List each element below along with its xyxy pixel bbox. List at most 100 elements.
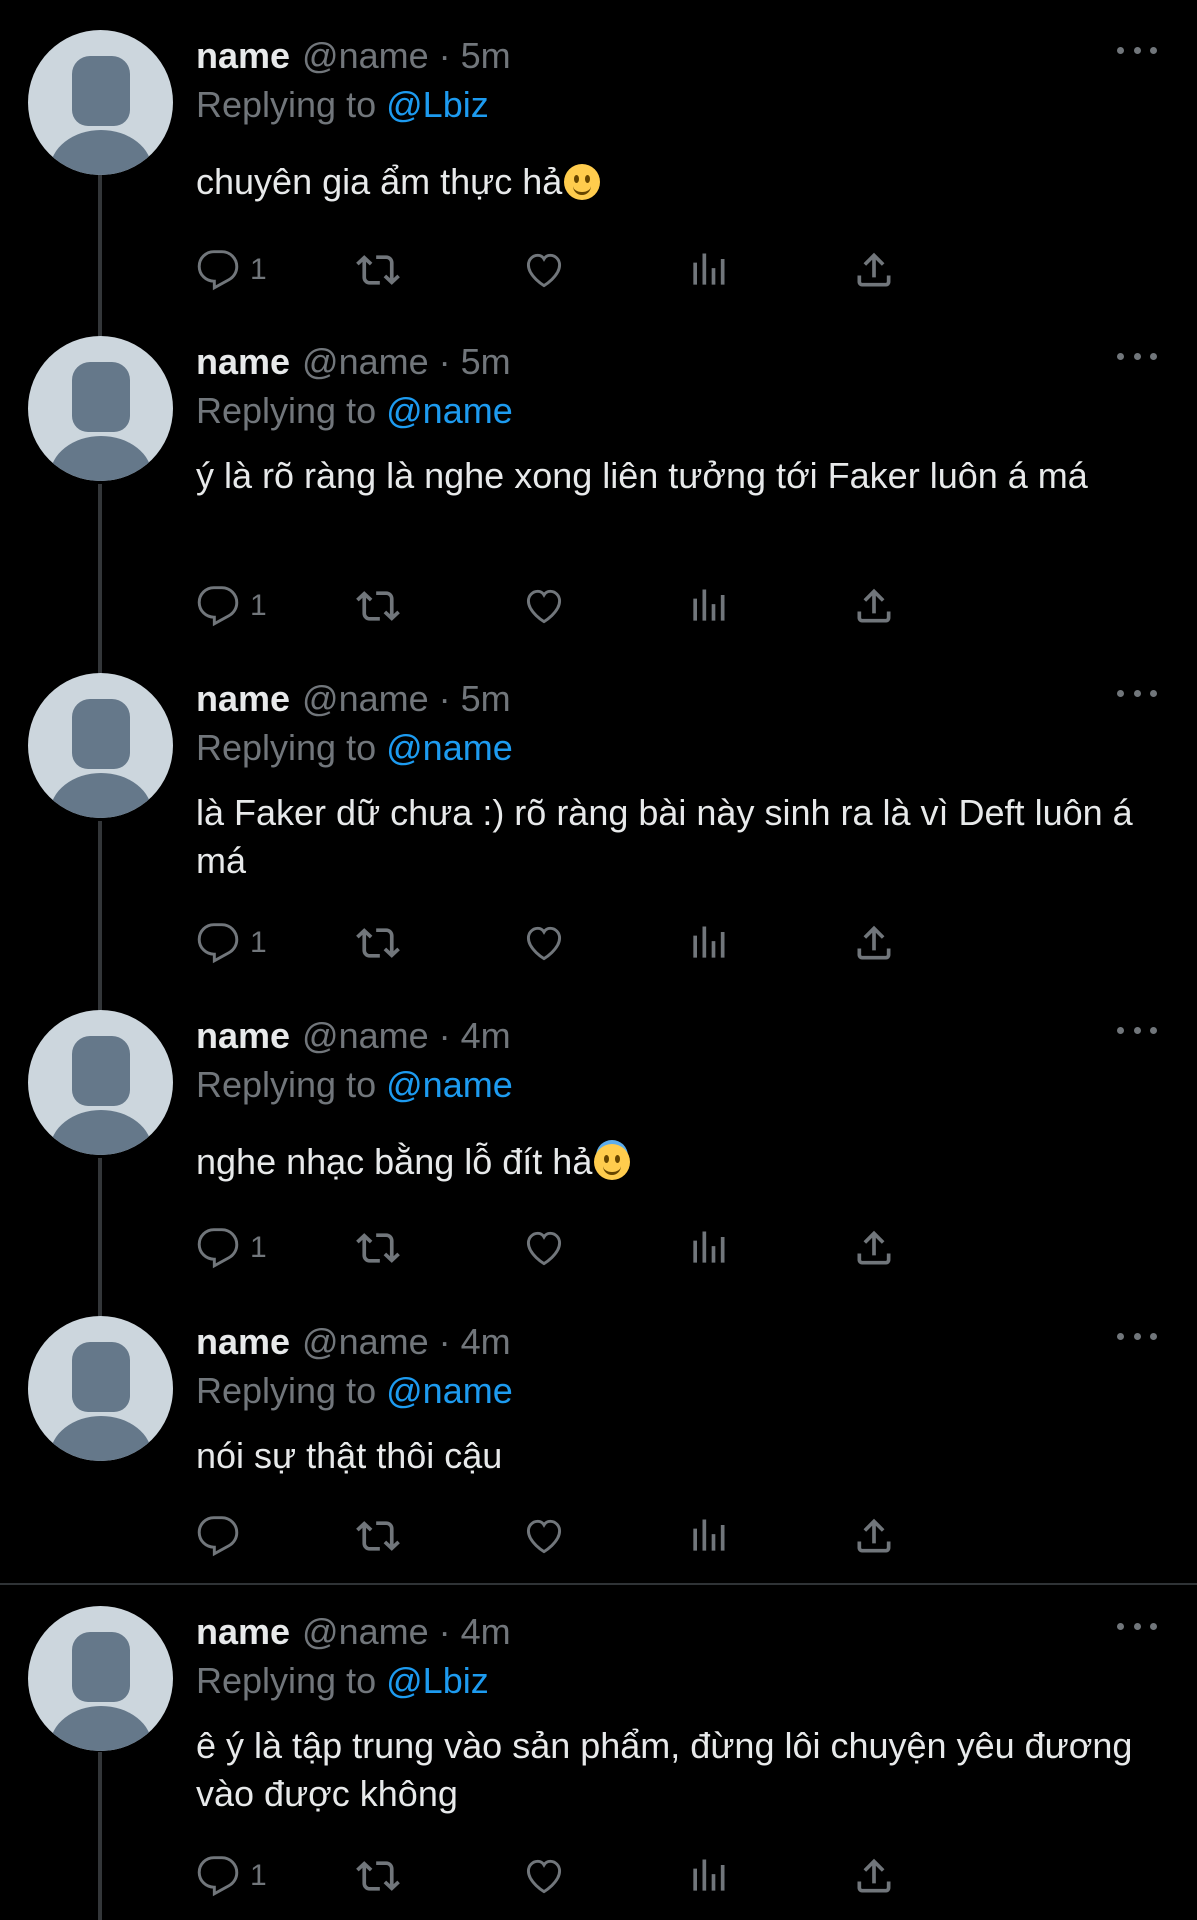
retweet-icon	[356, 1233, 400, 1263]
timestamp[interactable]: 5m	[461, 678, 511, 720]
tweet-text: ý là rõ ràng là nghe xong liên tưởng tới…	[196, 455, 1088, 496]
timestamp[interactable]: 4m	[461, 1015, 511, 1057]
retweet-button[interactable]	[356, 1512, 400, 1560]
like-button[interactable]	[522, 1512, 566, 1560]
user-handle[interactable]: @name	[302, 678, 429, 720]
tweet-header: name @name · 5m	[196, 678, 511, 720]
retweet-button[interactable]	[356, 582, 400, 630]
share-button[interactable]	[852, 1512, 896, 1560]
like-button[interactable]	[522, 582, 566, 630]
retweet-button[interactable]	[356, 1224, 400, 1272]
share-button[interactable]	[852, 582, 896, 630]
display-name[interactable]: name	[196, 1321, 290, 1363]
tweet-header: name @name · 5m	[196, 35, 511, 77]
retweet-icon	[356, 255, 400, 285]
timestamp[interactable]: 4m	[461, 1611, 511, 1653]
views-button[interactable]	[686, 246, 730, 294]
retweet-button[interactable]	[356, 919, 400, 967]
timestamp[interactable]: 5m	[461, 341, 511, 383]
display-name[interactable]: name	[196, 678, 290, 720]
tweet-text: là Faker dữ chưa :) rõ ràng bài này sinh…	[196, 792, 1133, 881]
tweet-text: nghe nhạc bằng lỗ đít hả	[196, 1138, 1156, 1186]
like-button[interactable]	[522, 1852, 566, 1900]
avatar[interactable]	[28, 336, 173, 481]
replying-to-link[interactable]: @name	[386, 727, 513, 768]
share-button[interactable]	[852, 1224, 896, 1272]
reply-count: 1	[250, 589, 267, 622]
reply-button[interactable]: 1	[196, 246, 267, 294]
views-button[interactable]	[686, 919, 730, 967]
views-button[interactable]	[686, 1224, 730, 1272]
heart-icon	[526, 589, 562, 624]
display-name[interactable]: name	[196, 341, 290, 383]
display-name[interactable]: name	[196, 1611, 290, 1653]
avatar[interactable]	[28, 1606, 173, 1751]
replying-to-link[interactable]: @name	[386, 1370, 513, 1411]
like-button[interactable]	[522, 246, 566, 294]
reply-button[interactable]: 1	[196, 919, 267, 967]
heart-icon	[526, 1519, 562, 1554]
like-button[interactable]	[522, 919, 566, 967]
replying-to-link[interactable]: @Lbiz	[386, 84, 489, 125]
more-icon[interactable]	[1117, 44, 1157, 56]
more-icon[interactable]	[1117, 1330, 1157, 1342]
tweet-actions: 1	[196, 246, 1076, 294]
more-icon[interactable]	[1117, 1620, 1157, 1632]
share-button[interactable]	[852, 1852, 896, 1900]
user-handle[interactable]: @name	[302, 1611, 429, 1653]
divider	[0, 1583, 1197, 1585]
heart-icon	[526, 1859, 562, 1894]
tweet-actions: 1	[196, 582, 1076, 630]
reply-icon	[197, 923, 239, 964]
timestamp[interactable]: 5m	[461, 35, 511, 77]
like-button[interactable]	[522, 1224, 566, 1272]
avatar[interactable]	[28, 1010, 173, 1155]
replying-to-link[interactable]: @name	[386, 1064, 513, 1105]
user-handle[interactable]: @name	[302, 35, 429, 77]
tweet-text: chuyên gia ẩm thực hả	[196, 158, 1156, 206]
replying-to: Replying to @name	[196, 390, 513, 432]
display-name[interactable]: name	[196, 35, 290, 77]
display-name[interactable]: name	[196, 1015, 290, 1057]
more-icon[interactable]	[1117, 1024, 1157, 1036]
reply-button[interactable]: 1	[196, 1224, 267, 1272]
user-handle[interactable]: @name	[302, 1015, 429, 1057]
user-handle[interactable]: @name	[302, 341, 429, 383]
views-button[interactable]	[686, 582, 730, 630]
replying-to: Replying to @name	[196, 1370, 513, 1412]
retweet-icon	[356, 928, 400, 958]
separator: ·	[438, 1321, 451, 1362]
timestamp[interactable]: 4m	[461, 1321, 511, 1363]
views-button[interactable]	[686, 1852, 730, 1900]
reply-icon	[197, 586, 239, 627]
more-icon[interactable]	[1117, 687, 1157, 699]
share-button[interactable]	[852, 919, 896, 967]
share-icon	[857, 1230, 891, 1265]
avatar[interactable]	[28, 673, 173, 818]
user-handle[interactable]: @name	[302, 1321, 429, 1363]
more-icon[interactable]	[1117, 350, 1157, 362]
share-button[interactable]	[852, 246, 896, 294]
heart-icon	[526, 253, 562, 288]
thread-line	[98, 1752, 102, 1920]
avatar[interactable]	[28, 1316, 173, 1461]
replying-to-link[interactable]: @name	[386, 390, 513, 431]
thread-line	[98, 484, 102, 674]
tweet-text: nói sự thật thôi cậu	[196, 1435, 503, 1476]
retweet-button[interactable]	[356, 246, 400, 294]
views-icon	[693, 253, 725, 285]
reply-icon	[197, 1516, 239, 1557]
reply-button[interactable]: 1	[196, 582, 267, 630]
thread-line	[98, 1158, 102, 1318]
reply-icon	[197, 250, 239, 291]
replying-to: Replying to @Lbiz	[196, 84, 489, 126]
separator: ·	[438, 35, 451, 76]
replying-to: Replying to @name	[196, 1064, 513, 1106]
replying-to-link[interactable]: @Lbiz	[386, 1660, 489, 1701]
views-button[interactable]	[686, 1512, 730, 1560]
retweet-button[interactable]	[356, 1852, 400, 1900]
reply-button[interactable]	[196, 1512, 250, 1560]
avatar[interactable]	[28, 30, 173, 175]
reply-button[interactable]: 1	[196, 1852, 267, 1900]
replying-prefix: Replying to	[196, 727, 377, 768]
